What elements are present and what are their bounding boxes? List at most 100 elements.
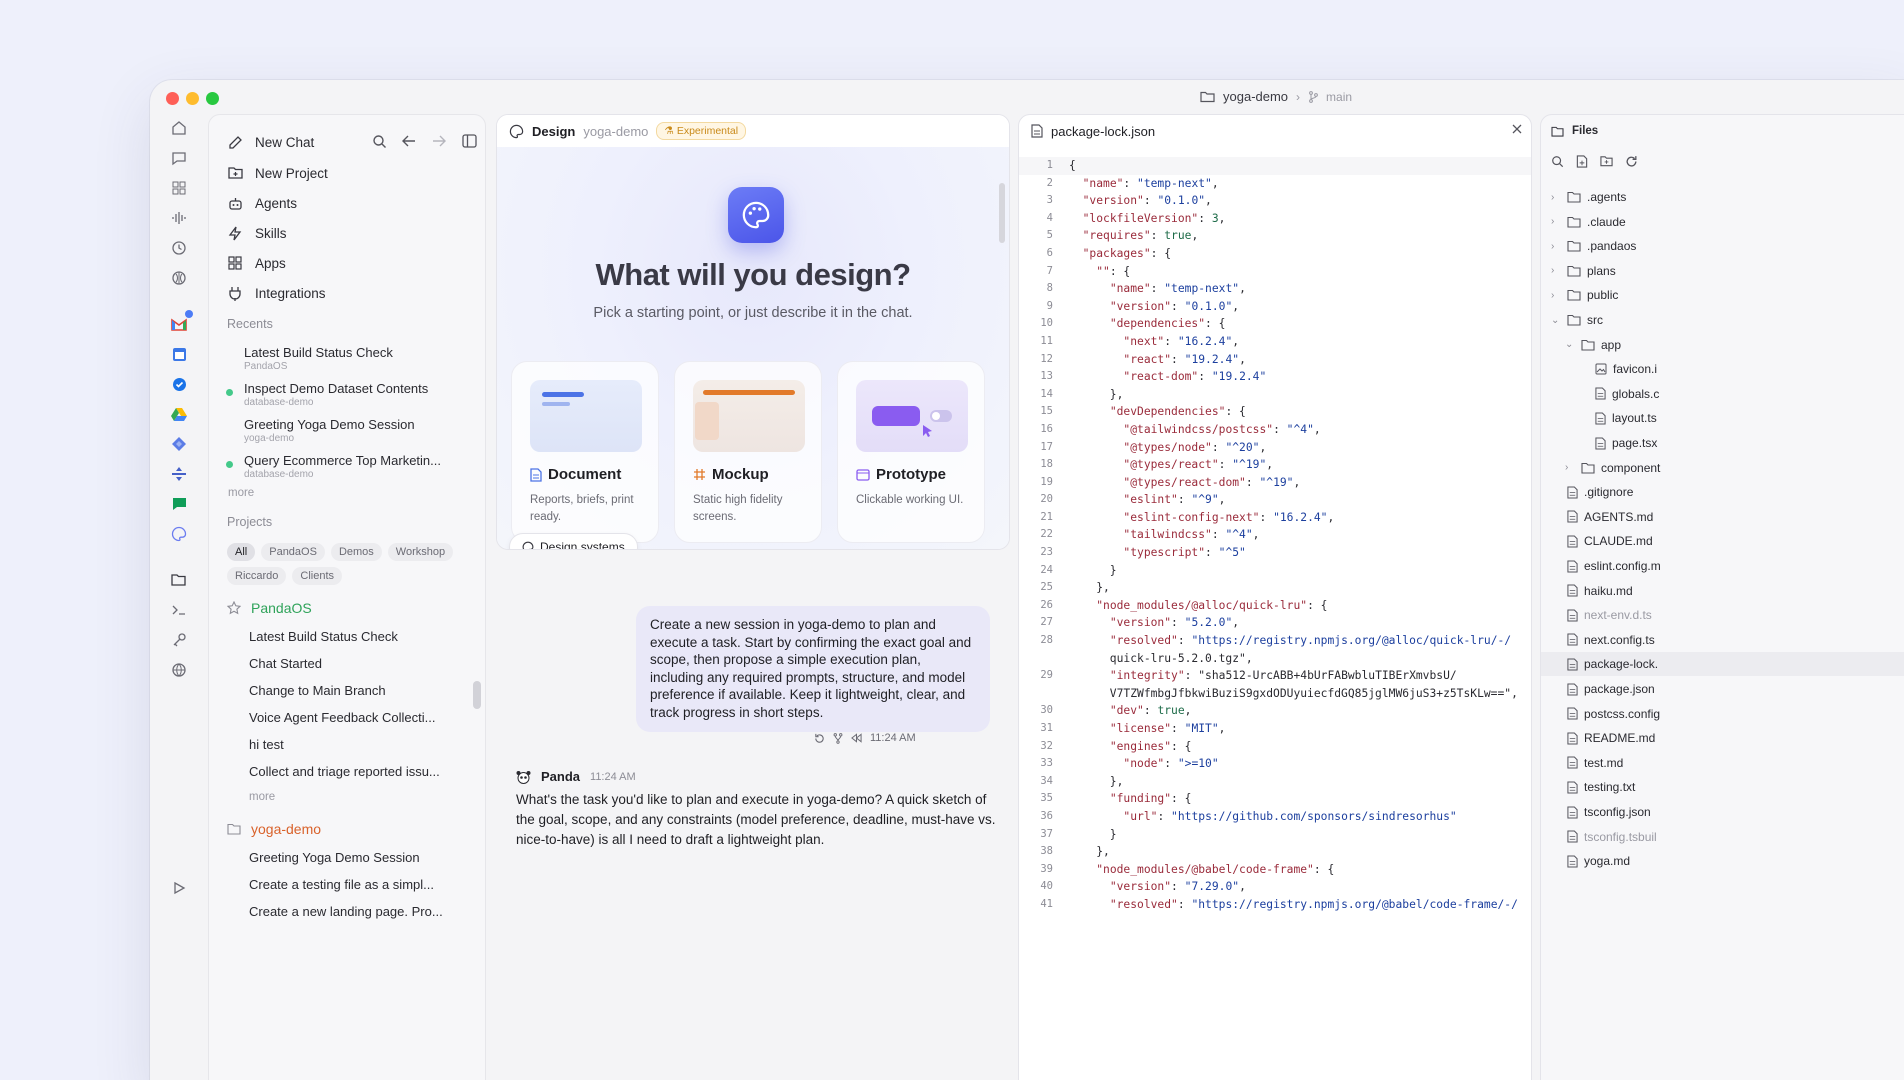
new-file-icon[interactable] <box>1576 155 1588 168</box>
jira-icon[interactable] <box>165 430 193 458</box>
tree-folder[interactable]: ⌄ src <box>1541 308 1603 332</box>
tree-folder[interactable]: › .claude <box>1541 210 1626 234</box>
recents-more-link[interactable]: more <box>228 487 254 499</box>
close-window-button[interactable] <box>166 92 179 105</box>
grid-icon[interactable] <box>165 174 193 202</box>
design-scrollbar[interactable] <box>999 183 1005 243</box>
tree-file[interactable]: yoga.md <box>1541 849 1630 873</box>
new-chat-button[interactable]: New Chat <box>227 134 314 150</box>
tree-file[interactable]: AGENTS.md <box>1541 505 1653 529</box>
tree-file[interactable]: layout.ts <box>1541 406 1657 430</box>
project-session[interactable]: hi test <box>249 737 459 752</box>
new-folder-icon[interactable] <box>1600 155 1613 168</box>
chip-riccardo[interactable]: Riccardo <box>227 567 287 585</box>
tree-folder[interactable]: › .agents <box>1541 185 1626 209</box>
tree-file[interactable]: page.tsx <box>1541 431 1657 455</box>
document-card[interactable]: Document Reports, briefs, print ready. <box>511 361 659 543</box>
tree-file[interactable]: eslint.config.m <box>1541 554 1661 578</box>
drive-icon[interactable] <box>165 400 193 428</box>
branch-icon[interactable] <box>833 732 843 744</box>
tree-file[interactable]: package.json <box>1541 677 1655 701</box>
messages-icon[interactable] <box>165 490 193 518</box>
waveform-icon[interactable] <box>165 204 193 232</box>
tree-file[interactable]: .gitignore <box>1541 480 1633 504</box>
tree-file[interactable]: tsconfig.tsbuil <box>1541 825 1657 849</box>
play-icon[interactable] <box>165 874 193 902</box>
project-more-link[interactable]: more <box>249 791 275 803</box>
search-icon[interactable] <box>369 131 389 151</box>
project-session[interactable]: Voice Agent Feedback Collecti... <box>249 710 459 725</box>
new-project-button[interactable]: New Project <box>227 165 328 181</box>
key-icon[interactable] <box>165 626 193 654</box>
tree-folder[interactable]: › .pandaos <box>1541 234 1636 258</box>
forward-arrow-icon[interactable] <box>429 131 449 151</box>
maximize-window-button[interactable] <box>206 92 219 105</box>
recent-item[interactable]: Greeting Yoga Demo Session yoga-demo <box>244 417 464 444</box>
tree-file[interactable]: tsconfig.json <box>1541 800 1651 824</box>
tree-file[interactable]: package-lock. <box>1541 652 1904 677</box>
back-arrow-icon[interactable] <box>399 131 419 151</box>
tree-file[interactable]: next.config.ts <box>1541 628 1655 652</box>
integrations-button[interactable]: Integrations <box>227 285 326 301</box>
rewind-icon[interactable] <box>851 733 862 743</box>
star-icon[interactable] <box>227 601 241 615</box>
gmail-icon[interactable] <box>165 310 193 338</box>
tree-folder[interactable]: › public <box>1541 283 1618 307</box>
project-session[interactable]: Change to Main Branch <box>249 683 459 698</box>
chip-all[interactable]: All <box>227 543 256 561</box>
prototype-card[interactable]: Prototype Clickable working UI. <box>837 361 985 543</box>
calendar-icon[interactable] <box>165 340 193 368</box>
tree-file[interactable]: haiku.md <box>1541 579 1633 603</box>
network-icon[interactable] <box>165 264 193 292</box>
linear-icon[interactable] <box>165 460 193 488</box>
chip-clients[interactable]: Clients <box>292 567 343 585</box>
tree-file[interactable]: test.md <box>1541 751 1623 775</box>
terminal-icon[interactable] <box>165 596 193 624</box>
palette-icon[interactable] <box>165 520 193 548</box>
tree-folder[interactable]: ⌄ app <box>1541 333 1621 357</box>
tasks-icon[interactable] <box>165 370 193 398</box>
retry-icon[interactable] <box>814 733 825 744</box>
recent-item[interactable]: Latest Build Status Check PandaOS <box>244 345 464 372</box>
globe-icon[interactable] <box>165 656 193 684</box>
project-session[interactable]: Collect and triage reported issu... <box>249 764 459 779</box>
clock-icon[interactable] <box>165 234 193 262</box>
home-icon[interactable] <box>165 114 193 142</box>
tree-folder[interactable]: › component <box>1541 456 1660 480</box>
recent-item[interactable]: Query Ecommerce Top Marketin... database… <box>226 453 464 480</box>
folder-open-icon[interactable] <box>165 566 193 594</box>
minimize-window-button[interactable] <box>186 92 199 105</box>
chat-icon[interactable] <box>165 144 193 172</box>
chip-workshop[interactable]: Workshop <box>387 543 454 561</box>
recent-item[interactable]: Inspect Demo Dataset Contents database-d… <box>226 381 464 408</box>
project-pandaos[interactable]: PandaOS <box>227 600 312 616</box>
tree-file[interactable]: README.md <box>1541 726 1655 750</box>
design-systems-button[interactable]: Design systems <box>509 533 638 549</box>
project-session[interactable]: Greeting Yoga Demo Session <box>249 850 459 865</box>
project-session[interactable]: Chat Started <box>249 656 459 671</box>
chip-demos[interactable]: Demos <box>330 543 382 561</box>
tree-file[interactable]: next-env.d.ts <box>1541 603 1652 627</box>
editor-tab[interactable]: package-lock.json <box>1019 115 1531 147</box>
skills-button[interactable]: Skills <box>227 225 287 241</box>
project-session[interactable]: Latest Build Status Check <box>249 629 459 644</box>
project-session[interactable]: Create a testing file as a simpl... <box>249 877 459 892</box>
project-yoga-demo[interactable]: yoga-demo <box>227 821 321 837</box>
breadcrumb-branch[interactable]: main <box>1326 90 1352 104</box>
project-session[interactable]: Create a new landing page. Pro... <box>249 904 459 919</box>
sidebar-toggle-icon[interactable] <box>459 131 479 151</box>
tree-folder[interactable]: › plans <box>1541 259 1616 283</box>
tree-file[interactable]: CLAUDE.md <box>1541 529 1653 553</box>
chip-pandaos[interactable]: PandaOS <box>261 543 325 561</box>
search-icon[interactable] <box>1551 155 1564 168</box>
apps-button[interactable]: Apps <box>227 255 286 271</box>
mockup-card[interactable]: Mockup Static high fidelity screens. <box>674 361 822 543</box>
tree-file[interactable]: favicon.i <box>1541 357 1657 381</box>
code-content[interactable]: 1{2 "name": "temp-next", 3 "version": "0.… <box>1019 157 1531 914</box>
refresh-icon[interactable] <box>1625 155 1638 168</box>
tree-file[interactable]: globals.c <box>1541 382 1659 406</box>
tree-file[interactable]: postcss.config <box>1541 702 1660 726</box>
breadcrumb-repo[interactable]: yoga-demo <box>1223 89 1288 104</box>
tree-file[interactable]: testing.txt <box>1541 775 1635 799</box>
sidebar-scrollbar[interactable] <box>473 681 481 709</box>
